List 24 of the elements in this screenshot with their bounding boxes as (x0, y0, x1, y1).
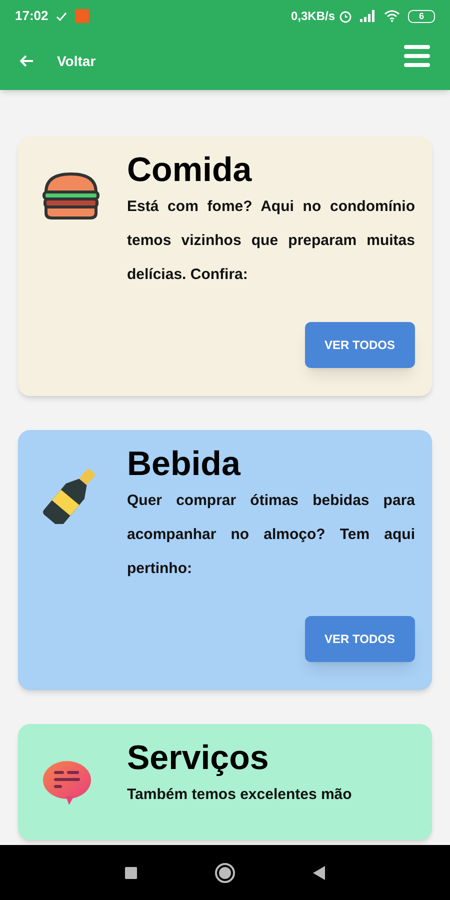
signal-icon (360, 10, 376, 22)
card-title: Bebida (127, 444, 242, 484)
card-description: Está com fome? Aqui no condomínio temos vizinhos que preparam muitas delícias. Confira: (127, 197, 415, 285)
see-all-button[interactable]: VER TODOS (304, 616, 415, 662)
recents-button[interactable] (125, 866, 137, 878)
check-icon (56, 12, 68, 20)
back-button[interactable]: Voltar (20, 50, 96, 72)
menu-button[interactable] (404, 45, 430, 67)
card-title: Comida (127, 150, 253, 190)
back-triangle-icon[interactable] (313, 866, 325, 880)
alarm-icon (339, 10, 352, 22)
card-description: Também temos excelentes mão (127, 785, 353, 805)
battery-indicator: 6 (408, 10, 435, 22)
see-all-button[interactable]: VER TODOS (304, 322, 415, 368)
speech-bubble-icon (42, 760, 92, 806)
card-title: Serviços (127, 738, 270, 778)
status-time: 17:02 (15, 7, 48, 26)
home-button[interactable] (215, 862, 235, 882)
notification-icon (75, 9, 90, 23)
wifi-icon (384, 10, 400, 22)
back-arrow-icon (20, 55, 34, 67)
burger-icon (42, 172, 100, 220)
card-description: Quer comprar ótimas bebidas para acompanhar no almoço? Tem aqui pertinho: (127, 491, 415, 579)
network-speed: 0,3KB/s (290, 8, 335, 25)
